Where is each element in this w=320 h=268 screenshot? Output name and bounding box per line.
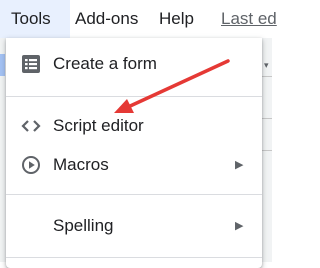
menu-separator xyxy=(6,194,262,195)
menu-item-label: Script editor xyxy=(53,116,144,135)
menu-tools[interactable]: Tools xyxy=(0,0,70,38)
menu-item-spelling[interactable]: Spelling ▶ xyxy=(6,209,262,243)
menu-bar: Tools Add-ons Help Last ed xyxy=(0,0,277,38)
menu-item-script-editor[interactable]: Script editor xyxy=(6,109,262,143)
submenu-arrow-icon: ▶ xyxy=(235,159,244,171)
form-list-icon xyxy=(20,54,42,74)
menu-item-label: Macros xyxy=(53,155,109,174)
code-brackets-icon xyxy=(20,116,42,136)
grid-line xyxy=(262,150,272,151)
menu-item-label: Create a form xyxy=(53,54,157,73)
submenu-arrow-icon: ▶ xyxy=(235,220,244,232)
menu-item-create-form[interactable]: Create a form xyxy=(6,47,262,81)
menu-item-label: Spelling xyxy=(53,216,114,235)
chevron-down-icon[interactable]: ▾ xyxy=(264,60,269,71)
menu-separator xyxy=(6,96,262,97)
selected-cell-edge xyxy=(0,54,5,76)
last-edit-link[interactable]: Last ed xyxy=(221,0,277,38)
toolbar-divider xyxy=(262,76,272,77)
menu-addons[interactable]: Add-ons xyxy=(75,0,138,38)
menu-item-macros[interactable]: Macros ▶ xyxy=(6,148,262,182)
tools-dropdown-menu: Create a form Script editor Macros ▶ Spe… xyxy=(6,38,262,268)
menu-separator xyxy=(6,257,262,258)
play-circle-icon xyxy=(20,155,42,175)
menu-help[interactable]: Help xyxy=(159,0,194,38)
formula-bar-divider xyxy=(262,118,272,119)
